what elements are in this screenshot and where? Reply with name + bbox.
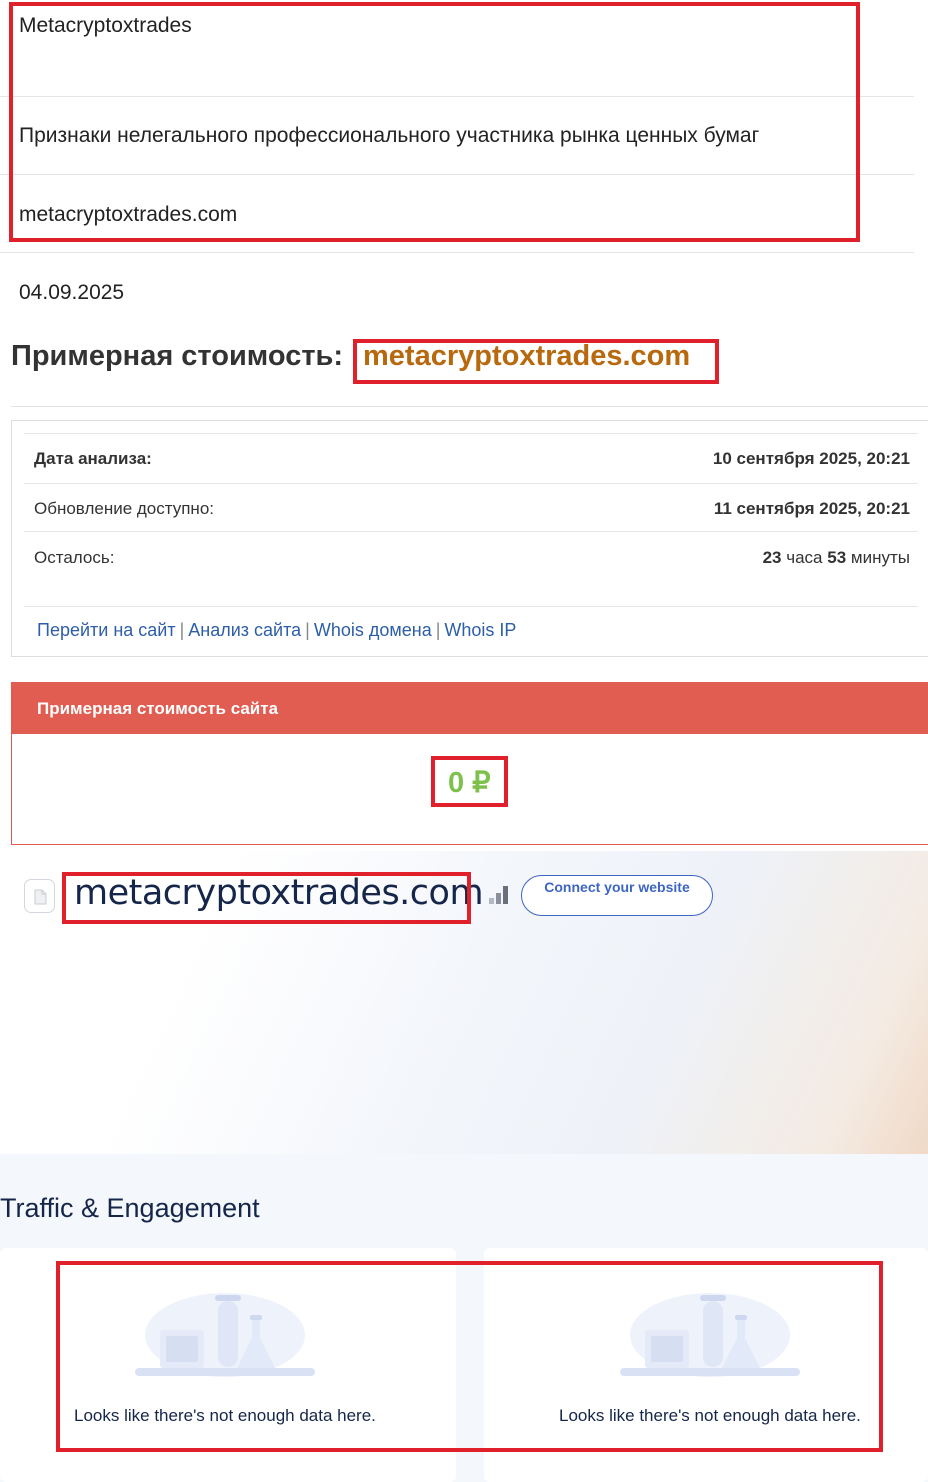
file-icon (34, 889, 47, 905)
remaining-minutes: 53 (827, 548, 847, 567)
highlight-box-traffic (56, 1261, 883, 1452)
link-separator: | (305, 620, 310, 640)
highlight-box-info (9, 2, 860, 242)
link-separator: | (179, 620, 185, 640)
link-whois-domain[interactable]: Whois домена (314, 620, 432, 640)
row-divider (24, 606, 918, 607)
info-divider (0, 252, 914, 253)
site-cost-title: Примерная стоимость сайта (37, 699, 279, 718)
site-links: Перейти на сайт | Анализ сайта | Whois домен… (37, 620, 516, 641)
remaining-hours: 23 (762, 548, 782, 567)
link-whois-ip[interactable]: Whois IP (444, 620, 516, 640)
site-cost-header: Примерная стоимость сайта (12, 683, 928, 734)
divider (11, 406, 928, 407)
remaining-value: 23 часа 53 минуты (763, 548, 910, 568)
publication-date: 04.09.2025 (19, 281, 125, 304)
remaining-hours-unit: часа (786, 548, 823, 567)
link-site-analysis[interactable]: Анализ сайта (188, 620, 301, 640)
highlight-box-hero-domain (62, 872, 471, 924)
highlight-box-price-domain (353, 339, 719, 384)
rank-bars-icon (489, 886, 508, 904)
row-divider (24, 433, 918, 434)
row-divider (24, 531, 918, 532)
update-label: Обновление доступно: (34, 499, 215, 518)
row-divider (24, 483, 918, 484)
remaining-minutes-unit: минуты (850, 548, 910, 567)
link-separator: | (435, 620, 441, 640)
traffic-title: Traffic & Engagement (0, 1193, 260, 1223)
analysis-date-label: Дата анализа: (34, 449, 152, 468)
link-go-to-site[interactable]: Перейти на сайт (37, 620, 176, 640)
connect-website-button[interactable]: Connect your website (521, 875, 713, 916)
highlight-box-cost (431, 756, 508, 807)
analysis-date-value: 10 сентября 2025, 20:21 (712, 449, 910, 468)
update-value: 11 сентября 2025, 20:21 (713, 499, 910, 518)
price-title: Примерная стоимость: (11, 340, 344, 372)
favicon (24, 879, 55, 913)
remaining-label: Осталось: (34, 548, 115, 567)
